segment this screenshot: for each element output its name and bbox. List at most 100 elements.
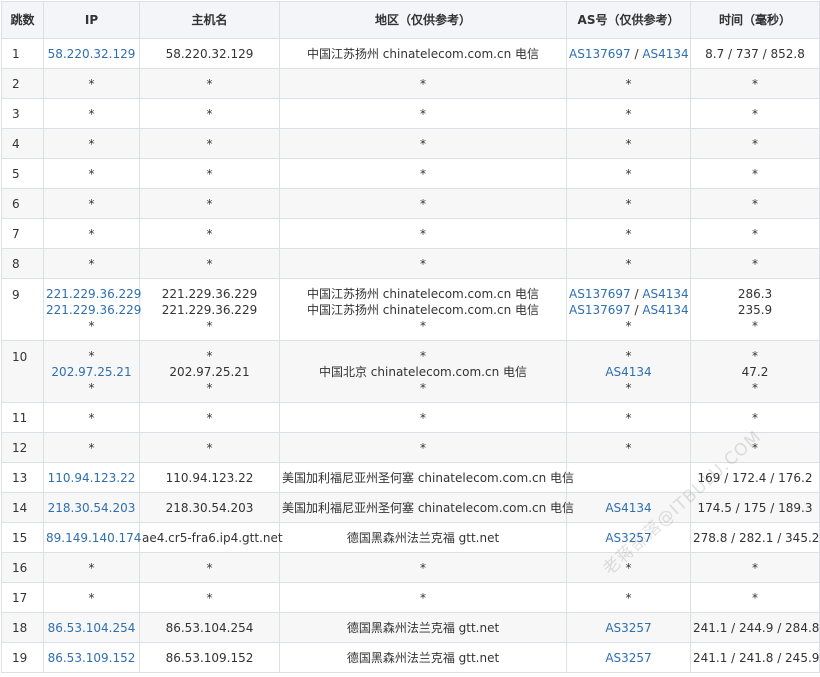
table-row: 10 * 202.97.25.21 * * 202.97.25.21 * * 中国北京 chin… (1, 340, 820, 403)
hop-cell: 14 (1, 492, 44, 523)
asn-line: * (569, 106, 688, 122)
region-cell-line: * (420, 136, 426, 151)
time-cell: 278.8 / 282.1 / 345.2 (690, 522, 820, 553)
hop-cell: 7 (1, 218, 44, 249)
asn-cell: * (566, 128, 691, 159)
hop-cell: 15 (1, 522, 44, 553)
time-cell: 286.3 235.9 * (690, 278, 820, 341)
hop-cell: 4 (1, 128, 44, 159)
ip-cell-line[interactable]: 221.229.36.229 (46, 302, 141, 318)
ip-cell: 110.94.123.22 (43, 462, 140, 493)
asn-line: * (569, 348, 688, 364)
region-cell-line: * (420, 560, 426, 575)
ip-cell: 86.53.109.152 (43, 642, 140, 673)
asn-link[interactable]: AS137697 (569, 303, 631, 317)
asn-link[interactable]: AS3257 (605, 621, 651, 635)
asn-link[interactable]: AS4134 (642, 287, 688, 301)
asn-cell: * AS4134 * (566, 340, 691, 403)
time-cell: * 47.2 * (690, 340, 820, 403)
asn-empty: * (625, 318, 632, 333)
hop-cell: 1 (1, 38, 44, 69)
region-cell: * (279, 248, 567, 279)
hostname-cell-line: * (206, 196, 213, 211)
hostname-cell-line: 86.53.109.152 (165, 650, 254, 665)
asn-line: * (569, 196, 688, 212)
asn-empty: * (625, 106, 632, 121)
hostname-cell: 221.229.36.229 221.229.36.229 * (139, 278, 280, 341)
asn-link[interactable]: AS3257 (605, 531, 651, 545)
ip-cell: * (43, 188, 140, 219)
hop-cell: 12 (1, 432, 44, 463)
hostname-cell: * (139, 98, 280, 129)
hostname-cell: 58.220.32.129 (139, 38, 280, 69)
ip-cell: * (43, 552, 140, 583)
region-cell: 德国黑森州法兰克福 gtt.net (279, 642, 567, 673)
ip-cell-line[interactable]: 86.53.104.254 (46, 620, 137, 636)
asn-line: AS137697 / AS4134 (569, 302, 689, 318)
hostname-cell-line: 221.229.36.229 (161, 286, 258, 301)
hostname-cell-line: * (206, 318, 213, 333)
ip-cell-line[interactable]: 110.94.123.22 (46, 470, 137, 486)
asn-separator: / (630, 286, 643, 301)
time-cell-line: * (752, 196, 758, 211)
ip-cell-line[interactable]: 86.53.109.152 (46, 650, 137, 666)
time-cell-line: 47.2 (741, 364, 769, 379)
asn-link[interactable]: AS4134 (605, 365, 651, 379)
ip-cell: 221.229.36.229 221.229.36.229 * (43, 278, 141, 341)
asn-line: * (569, 380, 688, 396)
asn-cell: AS137697 / AS4134 (566, 38, 691, 69)
ip-cell-line[interactable]: 58.220.32.129 (46, 46, 137, 62)
region-cell: * (279, 552, 567, 583)
hostname-cell-line: * (206, 106, 213, 121)
table-row: 17 * * * * * (1, 582, 820, 613)
region-cell-line: * (420, 76, 426, 91)
asn-link[interactable]: AS4134 (642, 303, 688, 317)
asn-link[interactable]: AS4134 (605, 501, 651, 515)
hop-cell: 6 (1, 188, 44, 219)
asn-empty: * (625, 410, 632, 425)
table-row: 15 89.149.140.174 ae4.cr5-fra6.ip4.gtt.net… (1, 522, 820, 553)
table-row: 1 58.220.32.129 58.220.32.129 中国江苏扬州 chinat… (1, 38, 820, 69)
hostname-cell-line: * (206, 348, 213, 363)
hop-cell: 16 (1, 552, 44, 583)
time-cell: * (690, 98, 820, 129)
asn-cell: AS137697 / AS4134 AS137697 / AS4134 * (566, 278, 691, 341)
ip-cell-line[interactable]: 218.30.54.203 (46, 500, 137, 516)
time-cell: 241.1 / 241.8 / 245.9 (690, 642, 820, 673)
ip-cell: * (43, 432, 140, 463)
asn-link[interactable]: AS4134 (642, 47, 688, 61)
asn-link[interactable]: AS137697 (569, 287, 631, 301)
ip-cell-line[interactable]: 202.97.25.21 (46, 364, 137, 380)
ip-cell: * (43, 128, 140, 159)
asn-link[interactable]: AS3257 (605, 651, 651, 665)
asn-link[interactable]: AS137697 (569, 47, 631, 61)
region-cell-line: * (420, 590, 426, 605)
region-cell-line: 中国北京 chinatelecom.com.cn 电信 (318, 364, 528, 379)
header-time: 时间（毫秒） (690, 1, 820, 39)
ip-cell: 218.30.54.203 (43, 492, 140, 523)
hostname-cell-line: * (206, 410, 213, 425)
table-row: 16 * * * * * (1, 552, 820, 583)
ip-cell-line[interactable]: 221.229.36.229 (46, 286, 141, 302)
asn-empty: * (625, 136, 632, 151)
region-cell: * (279, 158, 567, 189)
table-row: 4 * * * * * (1, 128, 820, 159)
hostname-cell: * (139, 218, 280, 249)
asn-line: * (569, 166, 688, 182)
header-asn: AS号（仅供参考） (566, 1, 691, 39)
region-cell: 美国加利福尼亚州圣何塞 chinatelecom.com.cn 电信 (279, 462, 574, 493)
ip-cell-line[interactable]: 89.149.140.174 (46, 530, 141, 546)
asn-cell (566, 462, 691, 493)
hostname-cell-line: 221.229.36.229 (161, 302, 258, 317)
time-cell: 169 / 172.4 / 176.2 (690, 462, 820, 493)
hop-cell: 17 (1, 582, 44, 613)
hostname-cell-line: 58.220.32.129 (165, 46, 254, 61)
time-cell-line: 169 / 172.4 / 176.2 (697, 470, 813, 485)
asn-line: AS3257 (569, 620, 688, 636)
header-ip: IP (43, 1, 140, 39)
hop-cell: 5 (1, 158, 44, 189)
hostname-cell: * (139, 402, 280, 433)
time-cell: * (690, 128, 820, 159)
asn-separator: / (630, 46, 643, 61)
hostname-cell-line: * (206, 136, 213, 151)
